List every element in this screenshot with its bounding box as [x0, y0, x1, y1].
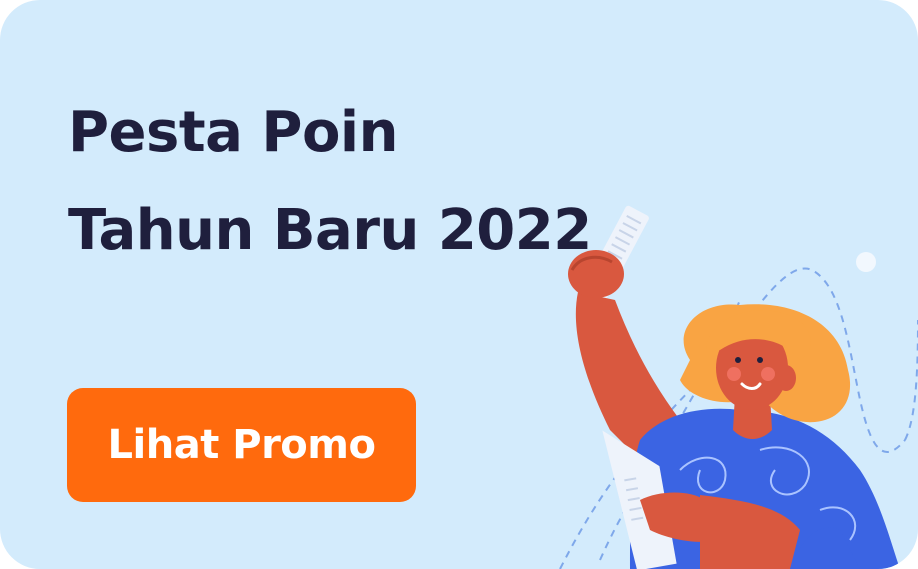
woman-holding-receipt-illustration: [559, 205, 918, 569]
lihat-promo-button[interactable]: Lihat Promo: [67, 388, 416, 502]
banner-title-line1: Pesta Poin: [68, 100, 399, 165]
promo-banner[interactable]: Pesta Poin Tahun Baru 2022 Lihat Promo: [0, 0, 918, 569]
